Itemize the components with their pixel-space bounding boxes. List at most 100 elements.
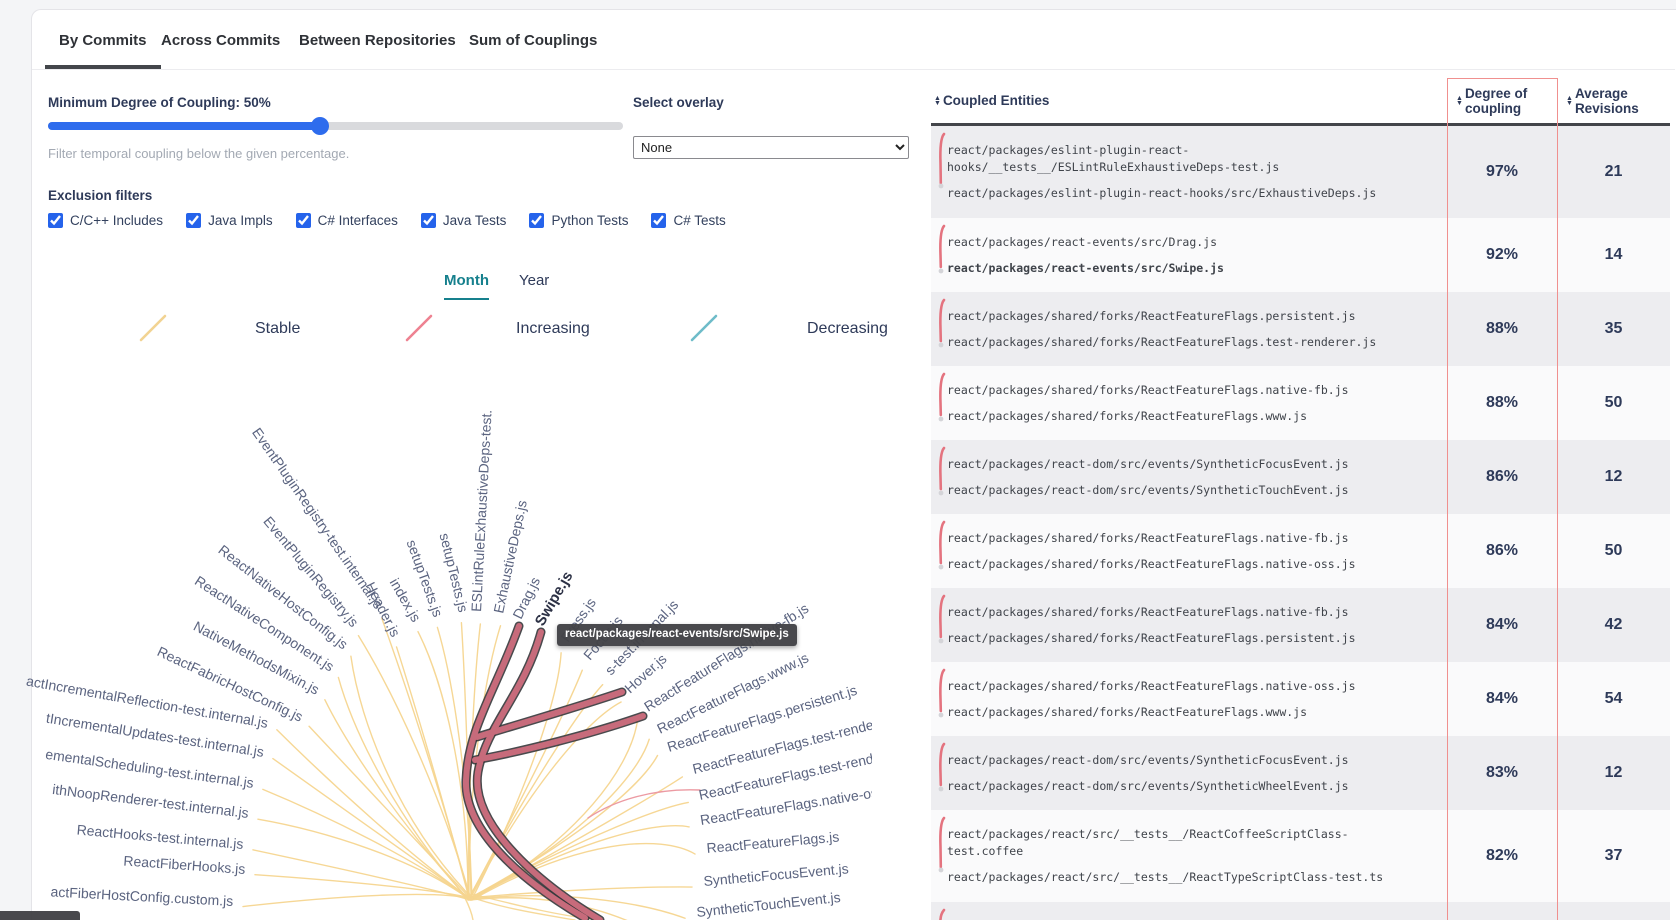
chart-file-label[interactable]: NativeMethodsMixin.js bbox=[191, 618, 322, 698]
chart-file-label[interactable]: SyntheticFocusEvent.js bbox=[703, 860, 849, 889]
table-row[interactable]: react/packages/shared/forks/ReactFeature… bbox=[931, 662, 1670, 736]
table-row[interactable]: react/packages/shared/forks/ReactFeature… bbox=[931, 588, 1670, 662]
legend-label-increasing: Increasing bbox=[516, 320, 590, 338]
checkbox[interactable] bbox=[421, 213, 436, 228]
coupling-curve bbox=[465, 898, 473, 920]
entity-path: react/packages/react-events/src/Drag.js bbox=[947, 234, 1392, 251]
entity-path: react/packages/eslint-plugin-react-hooks… bbox=[947, 142, 1392, 175]
coupled-entities-cell: react/packages/eslint-plugin-react-hooks… bbox=[931, 126, 1447, 218]
table-row[interactable]: react/packages/react-dom/src/events/Synt… bbox=[931, 440, 1670, 514]
sort-icon: ▲▼ bbox=[1566, 96, 1573, 106]
coupling-slider-thumb[interactable] bbox=[311, 117, 329, 135]
entity-path: react/packages/shared/forks/ReactFeature… bbox=[947, 604, 1392, 621]
overlay-label: Select overlay bbox=[633, 95, 724, 110]
trend-spark-increasing bbox=[936, 445, 948, 503]
table-row[interactable]: react/packages/shared/forks/ReactFeature… bbox=[931, 292, 1670, 366]
column-header-degree-of-coupling[interactable]: ▲▼ Degree ofcoupling bbox=[1447, 78, 1557, 123]
exclusion-filter-c-tests[interactable]: C# Tests bbox=[651, 213, 725, 228]
trend-spark-increasing bbox=[936, 815, 948, 873]
table-row[interactable]: react/packages/eslint-plugin-react-hooks… bbox=[931, 126, 1670, 218]
chart-file-label[interactable]: actFiberHostConfig.custom.js bbox=[50, 883, 233, 909]
entity-path: react/packages/react-dom/src/events/Synt… bbox=[947, 778, 1392, 795]
coupled-entities-cell: react/packages/shared/forks/ReactFeature… bbox=[931, 514, 1447, 588]
degree-of-coupling-value: 97% bbox=[1447, 126, 1557, 218]
time-toggle-year[interactable]: Year bbox=[519, 272, 549, 300]
checkbox-label: Java Impls bbox=[208, 213, 273, 228]
trend-spark-increasing bbox=[936, 593, 948, 651]
table-row-partial[interactable] bbox=[931, 902, 1670, 920]
entity-path: react/packages/react-events/src/Swipe.js bbox=[947, 260, 1392, 277]
degree-of-coupling-value: 88% bbox=[1447, 366, 1557, 440]
entity-path: react/packages/shared/forks/ReactFeature… bbox=[947, 334, 1392, 351]
table-row[interactable]: react/packages/shared/forks/ReactFeature… bbox=[931, 366, 1670, 440]
entity-path: react/packages/react-dom/src/events/Synt… bbox=[947, 456, 1392, 473]
trend-spark-increasing bbox=[936, 741, 948, 799]
average-revisions-value: 21 bbox=[1557, 126, 1670, 218]
entity-path: react/packages/react/src/__tests__/React… bbox=[947, 826, 1392, 859]
exclusion-filter-c-c-includes[interactable]: C/C++ Includes bbox=[48, 213, 163, 228]
exclusion-filter-c-interfaces[interactable]: C# Interfaces bbox=[296, 213, 398, 228]
table-row[interactable]: react/packages/react/src/__tests__/React… bbox=[931, 810, 1670, 902]
time-toggle-month[interactable]: Month bbox=[444, 272, 489, 300]
coupled-entities-cell: react/packages/react-events/src/Drag.js r… bbox=[931, 218, 1447, 292]
entity-path: react/packages/shared/forks/ReactFeature… bbox=[947, 308, 1392, 325]
time-granularity-toggle: Month Year bbox=[444, 272, 549, 300]
table-row[interactable]: react/packages/react-events/src/Drag.js r… bbox=[931, 218, 1670, 292]
checkbox[interactable] bbox=[529, 213, 544, 228]
entity-path: react/packages/shared/forks/ReactFeature… bbox=[947, 530, 1392, 547]
trend-spark-increasing bbox=[936, 667, 948, 725]
degree-of-coupling-value: 84% bbox=[1447, 662, 1557, 736]
exclusion-filter-group: C/C++ Includes Java Impls C# Interfaces Jav… bbox=[48, 213, 726, 228]
average-revisions-value: 37 bbox=[1557, 810, 1670, 902]
coupling-table-header: ▲▼ Coupled Entities ▲▼ Degree ofcoupling… bbox=[931, 78, 1670, 126]
chart-file-label[interactable]: ESLintRuleExhaustiveDeps-test. bbox=[468, 409, 495, 612]
checkbox[interactable] bbox=[296, 213, 311, 228]
checkbox[interactable] bbox=[651, 213, 666, 228]
checkbox[interactable] bbox=[48, 213, 63, 228]
average-revisions-value: 12 bbox=[1557, 736, 1670, 810]
coupled-entities-cell: react/packages/react/src/__tests__/React… bbox=[931, 810, 1447, 902]
coupled-entities-cell: react/packages/shared/forks/ReactFeature… bbox=[931, 292, 1447, 366]
entity-path: react/packages/shared/forks/ReactFeature… bbox=[947, 556, 1392, 573]
entity-path: react/packages/eslint-plugin-react-hooks… bbox=[947, 185, 1392, 202]
chart-tooltip: react/packages/react-events/src/Swipe.js bbox=[557, 624, 797, 646]
chart-file-label[interactable]: ithNoopRenderer-test.internal.js bbox=[51, 781, 249, 821]
exclusion-filter-java-impls[interactable]: Java Impls bbox=[186, 213, 273, 228]
coupled-entities-cell: react/packages/react-dom/src/events/Synt… bbox=[931, 736, 1447, 810]
trend-spark-increasing bbox=[936, 297, 948, 355]
coupling-slider-fill bbox=[48, 122, 320, 130]
average-revisions-value: 14 bbox=[1557, 218, 1670, 292]
degree-of-coupling-value: 84% bbox=[1447, 588, 1557, 662]
overlay-select[interactable]: None bbox=[633, 136, 909, 159]
coupling-slider[interactable] bbox=[48, 122, 623, 130]
entity-path: react/packages/react-dom/src/events/Synt… bbox=[947, 752, 1392, 769]
chart-file-label[interactable]: ReactHooks-test.internal.js bbox=[76, 821, 244, 852]
coupling-curve bbox=[338, 677, 468, 899]
exclusion-filters-label: Exclusion filters bbox=[48, 188, 152, 203]
checkbox-label: C/C++ Includes bbox=[70, 213, 163, 228]
entity-path: react/packages/react-dom/src/events/Synt… bbox=[947, 482, 1392, 499]
checkbox[interactable] bbox=[186, 213, 201, 228]
legend-stroke-stable bbox=[138, 312, 168, 342]
entity-path: react/packages/shared/forks/ReactFeature… bbox=[947, 678, 1392, 695]
coupled-entities-cell: react/packages/shared/forks/ReactFeature… bbox=[931, 588, 1447, 662]
sort-icon: ▲▼ bbox=[1456, 96, 1463, 106]
checkbox-label: C# Tests bbox=[673, 213, 725, 228]
chart-file-label[interactable]: SyntheticTouchEvent.js bbox=[696, 889, 842, 920]
average-revisions-value: 50 bbox=[1557, 366, 1670, 440]
chart-file-label[interactable]: ReactFiberHooks.js bbox=[123, 853, 246, 877]
column-header-average-revisions[interactable]: ▲▼ AverageRevisions bbox=[1557, 78, 1670, 123]
average-revisions-value: 35 bbox=[1557, 292, 1670, 366]
chart-file-label[interactable]: ReactFeatureFlags.js bbox=[706, 828, 840, 856]
exclusion-filter-java-tests[interactable]: Java Tests bbox=[421, 213, 507, 228]
table-row[interactable]: react/packages/react-dom/src/events/Synt… bbox=[931, 736, 1670, 810]
trend-spark-increasing bbox=[936, 223, 948, 281]
average-revisions-value: 50 bbox=[1557, 514, 1670, 588]
degree-of-coupling-value: 86% bbox=[1447, 514, 1557, 588]
exclusion-filter-python-tests[interactable]: Python Tests bbox=[529, 213, 628, 228]
checkbox-label: C# Interfaces bbox=[318, 213, 398, 228]
column-header-coupled-entities[interactable]: ▲▼ Coupled Entities bbox=[931, 78, 1447, 123]
table-row[interactable]: react/packages/shared/forks/ReactFeature… bbox=[931, 514, 1670, 588]
coupling-curve bbox=[258, 819, 469, 899]
degree-of-coupling-value: 88% bbox=[1447, 292, 1557, 366]
